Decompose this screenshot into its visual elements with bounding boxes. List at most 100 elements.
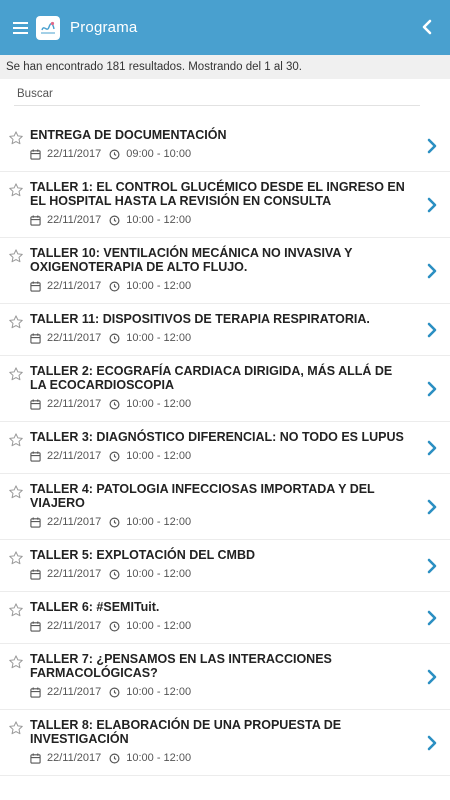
chevron-right-icon[interactable] xyxy=(426,610,438,626)
session-meta: 22/11/2017 10:00 - 12:00 xyxy=(30,619,410,633)
page-title: Programa xyxy=(70,19,138,36)
session-meta: 22/11/2017 09:00 - 10:00 xyxy=(30,147,410,161)
session-title: TALLER 2: ECOGRAFÍA CARDIACA DIRIGIDA, M… xyxy=(30,364,393,392)
clock-icon xyxy=(109,569,120,580)
session-time: 10:00 - 12:00 xyxy=(126,620,192,632)
session-date: 22/11/2017 xyxy=(47,516,102,528)
list-item[interactable]: TALLER 11: DISPOSITIVOS DE TERAPIA RESPI… xyxy=(0,304,450,356)
session-time: 10:00 - 12:00 xyxy=(126,450,192,462)
session-time: 10:00 - 12:00 xyxy=(126,332,192,344)
results-text: Se han encontrado 181 resultados. Mostra… xyxy=(6,61,303,73)
list-item[interactable]: TALLER 10: VENTILACIÓN MECÁNICA NO INVAS… xyxy=(0,238,450,304)
calendar-icon xyxy=(30,148,41,160)
session-time: 10:00 - 12:00 xyxy=(126,214,192,226)
session-meta: 22/11/2017 10:00 - 12:00 xyxy=(30,567,410,581)
session-date: 22/11/2017 xyxy=(47,568,102,580)
clock-icon xyxy=(109,281,120,292)
chevron-right-icon[interactable] xyxy=(426,138,438,154)
session-meta: 22/11/2017 10:00 - 12:00 xyxy=(30,449,410,463)
session-title: TALLER 5: EXPLOTACIÓN DEL CMBD xyxy=(30,548,255,562)
session-title: TALLER 11: DISPOSITIVOS DE TERAPIA RESPI… xyxy=(30,312,370,326)
list-item[interactable]: ENTREGA DE DOCUMENTACIÓN 22/11/2017 09:00 … xyxy=(0,120,450,172)
search-bar xyxy=(0,79,450,109)
star-icon[interactable] xyxy=(8,720,24,736)
calendar-icon xyxy=(30,620,41,632)
list-item[interactable]: TALLER 6: #SEMITuit. 22/11/2017 10:00 - 12… xyxy=(0,592,450,644)
list-item[interactable]: TALLER 8: ELABORACIÓN DE UNA PROPUESTA D… xyxy=(0,710,450,776)
list-item[interactable]: TALLER 7: ¿PENSAMOS EN LAS INTERACCIONES… xyxy=(0,644,450,710)
session-date: 22/11/2017 xyxy=(47,280,102,292)
session-time: 09:00 - 10:00 xyxy=(126,148,192,160)
session-meta: 22/11/2017 10:00 - 12:00 xyxy=(30,279,410,293)
clock-icon xyxy=(109,753,120,764)
clock-icon xyxy=(109,517,120,528)
list-item[interactable]: TALLER 2: ECOGRAFÍA CARDIACA DIRIGIDA, M… xyxy=(0,356,450,422)
session-meta: 22/11/2017 10:00 - 12:00 xyxy=(30,685,410,699)
session-time: 10:00 - 12:00 xyxy=(126,280,192,292)
clock-icon xyxy=(109,399,120,410)
clock-icon xyxy=(109,149,120,160)
session-date: 22/11/2017 xyxy=(47,398,102,410)
chevron-right-icon[interactable] xyxy=(426,558,438,574)
session-time: 10:00 - 12:00 xyxy=(126,398,192,410)
session-time: 10:00 - 12:00 xyxy=(126,752,192,764)
calendar-icon xyxy=(30,332,41,344)
session-meta: 22/11/2017 10:00 - 12:00 xyxy=(30,213,410,227)
chevron-right-icon[interactable] xyxy=(426,669,438,685)
chevron-right-icon[interactable] xyxy=(426,499,438,515)
results-count: Se han encontrado 181 resultados. Mostra… xyxy=(0,55,450,79)
calendar-icon xyxy=(30,280,41,292)
app-logo-icon xyxy=(36,15,60,40)
chevron-left-icon[interactable] xyxy=(412,12,442,42)
star-icon[interactable] xyxy=(8,432,24,448)
chevron-right-icon[interactable] xyxy=(426,381,438,397)
hamburger-icon[interactable] xyxy=(4,11,38,45)
star-icon[interactable] xyxy=(8,182,24,198)
chevron-right-icon[interactable] xyxy=(426,263,438,279)
clock-icon xyxy=(109,215,120,226)
list-item[interactable]: TALLER 3: DIAGNÓSTICO DIFERENCIAL: NO TO… xyxy=(0,422,450,474)
clock-icon xyxy=(109,333,120,344)
star-icon[interactable] xyxy=(8,654,24,670)
session-date: 22/11/2017 xyxy=(47,450,102,462)
session-date: 22/11/2017 xyxy=(47,148,102,160)
top-app-bar: Programa xyxy=(0,0,450,55)
list-item[interactable]: TALLER 1: EL CONTROL GLUCÉMICO DESDE EL … xyxy=(0,172,450,238)
star-icon[interactable] xyxy=(8,130,24,146)
session-date: 22/11/2017 xyxy=(47,620,102,632)
session-date: 22/11/2017 xyxy=(47,214,102,226)
session-meta: 22/11/2017 10:00 - 12:00 xyxy=(30,515,410,529)
chevron-right-icon[interactable] xyxy=(426,735,438,751)
list-item[interactable]: TALLER 5: EXPLOTACIÓN DEL CMBD 22/11/2017… xyxy=(0,540,450,592)
calendar-icon xyxy=(30,752,41,764)
star-icon[interactable] xyxy=(8,366,24,382)
session-date: 22/11/2017 xyxy=(47,686,102,698)
session-meta: 22/11/2017 10:00 - 12:00 xyxy=(30,397,410,411)
session-date: 22/11/2017 xyxy=(47,332,102,344)
calendar-icon xyxy=(30,568,41,580)
clock-icon xyxy=(109,687,120,698)
chevron-right-icon[interactable] xyxy=(426,197,438,213)
session-time: 10:00 - 12:00 xyxy=(126,686,192,698)
list-item[interactable]: TALLER 4: PATOLOGIA INFECCIOSAS IMPORTAD… xyxy=(0,474,450,540)
chevron-right-icon[interactable] xyxy=(426,322,438,338)
session-list: ENTREGA DE DOCUMENTACIÓN 22/11/2017 09:00 … xyxy=(0,120,450,776)
session-title: ENTREGA DE DOCUMENTACIÓN xyxy=(30,128,227,142)
session-title: TALLER 7: ¿PENSAMOS EN LAS INTERACCIONES… xyxy=(30,652,332,680)
calendar-icon xyxy=(30,214,41,226)
star-icon[interactable] xyxy=(8,484,24,500)
calendar-icon xyxy=(30,686,41,698)
session-date: 22/11/2017 xyxy=(47,752,102,764)
star-icon[interactable] xyxy=(8,248,24,264)
clock-icon xyxy=(109,621,120,632)
clock-icon xyxy=(109,451,120,462)
star-icon[interactable] xyxy=(8,550,24,566)
search-input[interactable] xyxy=(14,82,420,106)
session-time: 10:00 - 12:00 xyxy=(126,516,192,528)
star-icon[interactable] xyxy=(8,314,24,330)
session-title: TALLER 8: ELABORACIÓN DE UNA PROPUESTA D… xyxy=(30,718,342,746)
session-time: 10:00 - 12:00 xyxy=(126,568,192,580)
chevron-right-icon[interactable] xyxy=(426,440,438,456)
star-icon[interactable] xyxy=(8,602,24,618)
session-meta: 22/11/2017 10:00 - 12:00 xyxy=(30,751,410,765)
